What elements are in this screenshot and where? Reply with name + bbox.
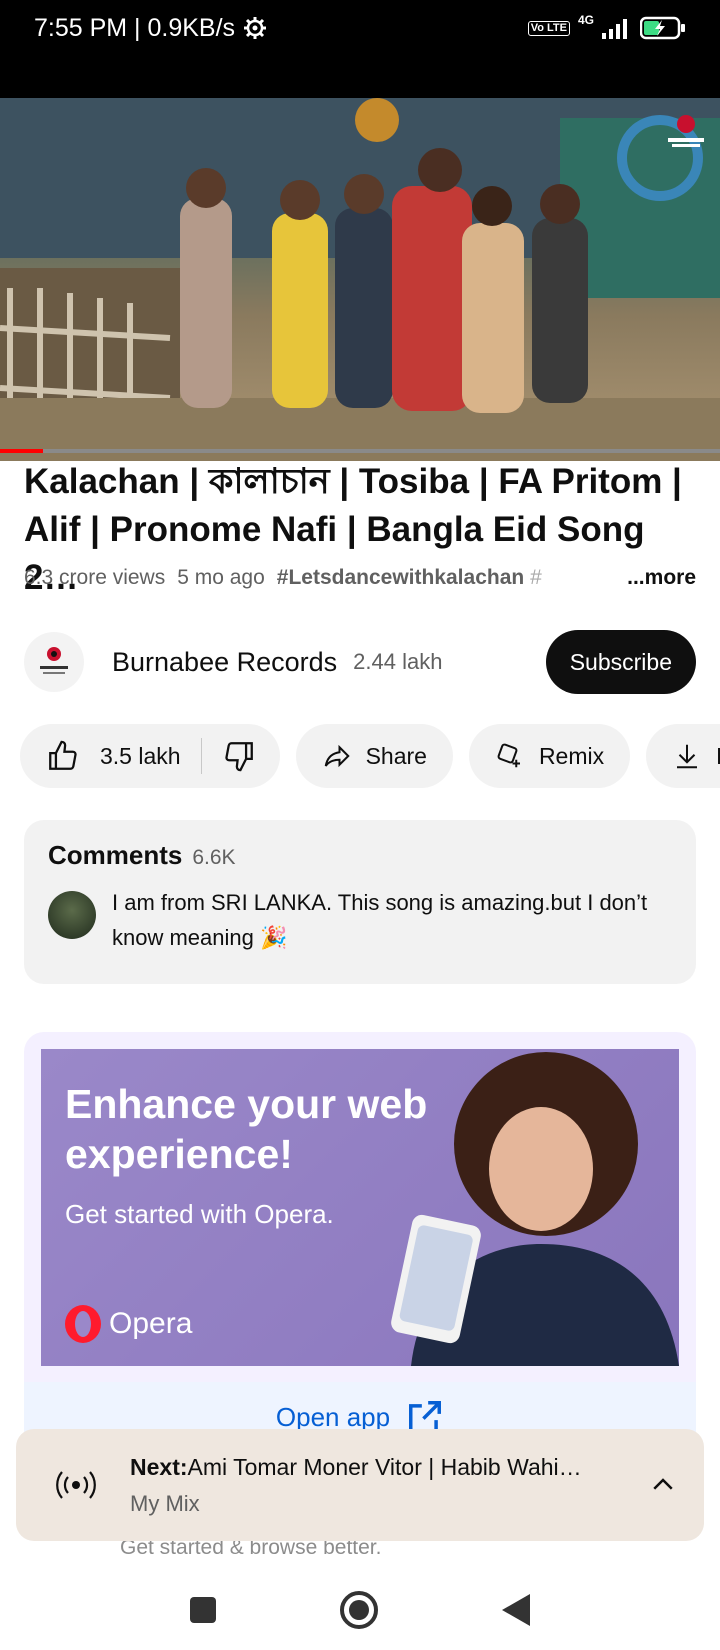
chevron-up-icon[interactable] — [648, 1470, 678, 1500]
network-type: 4G — [577, 13, 594, 27]
ad-headline: Enhance your web experience! — [65, 1081, 428, 1177]
ad-banner[interactable]: Enhance your web experience! Get started… — [41, 1049, 679, 1366]
channel-row[interactable]: Burnabee Records 2.44 lakh Subscribe — [24, 630, 696, 694]
remix-button[interactable]: Remix — [468, 724, 631, 788]
next-up-bar[interactable]: Next:Ami Tomar Moner Vitor | Habib Wahi…… — [16, 1429, 704, 1541]
next-up-playlist: My Mix — [130, 1490, 200, 1516]
home-button-icon[interactable] — [338, 1589, 380, 1631]
comments-count: 6.6K — [192, 846, 236, 869]
status-time-speed: 7:55 PM | 0.9KB/s — [34, 13, 236, 42]
like-count[interactable]: 3.5 lakh — [100, 743, 181, 770]
status-bar: 7:55 PM | 0.9KB/s Vo LTE 4G — [0, 0, 720, 56]
next-up-text: Next:Ami Tomar Moner Vitor | Habib Wahi…… — [130, 1454, 648, 1517]
signal-icon — [602, 19, 627, 39]
upload-age: 5 mo ago — [177, 566, 265, 589]
dislike-icon[interactable] — [222, 739, 256, 773]
like-icon[interactable] — [46, 739, 80, 773]
volte-badge: Vo LTE — [527, 20, 570, 36]
like-dislike-group: 3.5 lakh — [20, 724, 280, 788]
recents-button-icon[interactable] — [188, 1595, 218, 1625]
video-frame[interactable] — [0, 98, 720, 461]
open-app-label: Open app — [275, 1401, 391, 1432]
video-meta[interactable]: 6.3 crore views 5 mo ago #Letsdancewithk… — [24, 566, 696, 590]
share-label: Share — [365, 742, 427, 769]
opera-logo-icon — [65, 1305, 101, 1343]
hashtag-link[interactable]: #Letsdancewithkalachan # — [277, 566, 615, 590]
autoplay-radio-icon — [56, 1471, 96, 1499]
channel-watermark — [666, 112, 706, 152]
subscriber-count: 2.44 lakh — [353, 649, 443, 674]
subscribe-button[interactable]: Subscribe — [545, 630, 696, 694]
comments-heading: Comments — [48, 840, 183, 870]
channel-logo-icon — [40, 647, 68, 674]
commenter-avatar — [48, 891, 96, 939]
channel-avatar[interactable] — [24, 632, 84, 692]
ad-brand: Opera — [63, 1304, 192, 1344]
download-label: D — [716, 743, 720, 770]
ad-card[interactable]: Enhance your web experience! Get started… — [24, 1032, 696, 1462]
video-player[interactable] — [0, 56, 720, 461]
system-nav-bar — [0, 1570, 720, 1650]
ad-brand-name: Opera — [109, 1307, 193, 1340]
ad-subline: Get started with Opera. — [65, 1199, 334, 1229]
back-button-icon[interactable] — [500, 1592, 532, 1628]
share-icon — [324, 744, 350, 768]
video-scene — [0, 98, 720, 461]
top-comment-text: I am from SRI LANKA. This song is amazin… — [112, 890, 648, 950]
comments-section[interactable]: Comments 6.6K I am from SRI LANKA. This … — [24, 820, 696, 984]
remix-label: Remix — [538, 742, 605, 769]
share-button[interactable]: Share — [295, 724, 453, 788]
channel-name[interactable]: Burnabee Records — [112, 647, 337, 678]
top-comment[interactable]: I am from SRI LANKA. This song is amazin… — [48, 885, 672, 955]
like-divider — [200, 738, 202, 774]
video-progress-fill — [0, 449, 44, 453]
video-progress-bar[interactable] — [0, 449, 720, 453]
settings-gear-icon — [244, 17, 267, 39]
more-description-button[interactable]: ...more — [627, 566, 696, 590]
download-button[interactable]: D — [646, 724, 720, 788]
view-count: 6.3 crore views — [24, 566, 166, 589]
action-bar: 3.5 lakh Share Remix D — [20, 724, 720, 788]
next-up-title: Next:Ami Tomar Moner Vitor | Habib Wahi… — [130, 1453, 582, 1480]
battery-charging-icon — [640, 16, 685, 40]
comments-header: Comments 6.6K — [48, 840, 672, 871]
download-icon — [677, 744, 698, 769]
remix-icon — [497, 743, 520, 768]
